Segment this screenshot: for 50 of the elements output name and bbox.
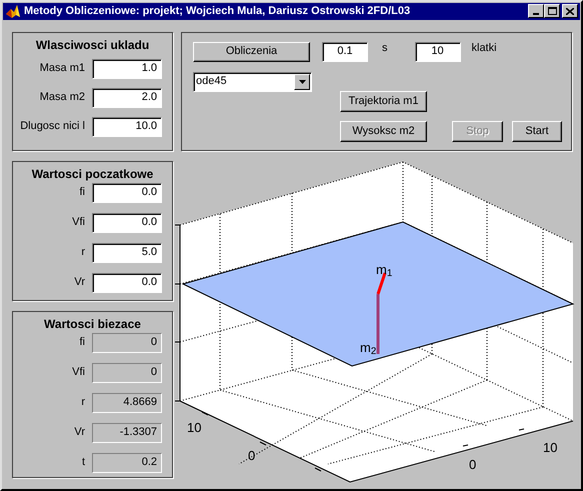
input-field[interactable]: 2.0 — [92, 88, 162, 108]
panel-title: Wartosci biezace — [43, 316, 142, 330]
field-label: Masa m2 — [38, 90, 86, 104]
field-label: fi — [78, 334, 86, 350]
compute-button[interactable]: Obliczenia — [193, 42, 310, 62]
readout-field: 4.8669 — [92, 392, 162, 412]
input-field[interactable]: 0.0 — [92, 182, 162, 202]
input-field[interactable]: 0.0 — [92, 212, 162, 232]
panel-title: Wlasciwosci ukladu — [34, 36, 150, 50]
field-label: t — [80, 454, 86, 470]
axis-tick-label: 10 — [187, 420, 202, 434]
field-label: r — [80, 394, 86, 410]
field-label: Masa m1 — [38, 60, 86, 76]
maximize-button[interactable] — [544, 4, 560, 18]
action-button[interactable]: Start — [512, 120, 562, 142]
maximize-icon — [548, 7, 556, 16]
mass-label: m$_{1}$ — [376, 262, 392, 276]
input-field[interactable]: 0.0 — [92, 272, 162, 292]
input-field[interactable]: 10.0 — [92, 116, 162, 136]
field-label: Vr — [73, 274, 86, 290]
frames-field[interactable]: 10 — [414, 42, 460, 62]
minimize-icon — [533, 13, 539, 16]
readout-field: -1.3307 — [92, 422, 162, 442]
field-label: Vr — [73, 424, 86, 440]
action-button[interactable]: Wysoksc m2 — [340, 120, 427, 142]
axis-tick-label: 0 — [248, 448, 256, 462]
close-icon — [566, 8, 574, 15]
readout-field: 0.2 — [92, 452, 162, 472]
field-label: Vfi — [71, 364, 86, 380]
field-label: r — [80, 244, 86, 260]
panel-title: Wartosci poczatkowe — [30, 166, 154, 180]
input-field[interactable]: 5.0 — [92, 242, 162, 262]
window-title: Metody Obliczeniowe: projekt; Wojciech Mula, Dariusz Ostrowski 2FD/L03 — [24, 4, 412, 19]
field-label: fi — [78, 184, 86, 200]
solver-dropdown[interactable]: ode45 — [193, 72, 312, 92]
time-step-unit: s — [382, 41, 388, 56]
minimize-button[interactable] — [528, 4, 544, 18]
time-step-field[interactable]: 0.1 — [322, 42, 368, 62]
axis-tick-label: 0 — [469, 458, 476, 470]
axis-tick-label: 10 — [543, 440, 558, 454]
readout-field: 0 — [92, 332, 162, 352]
input-field[interactable]: 1.0 — [92, 58, 162, 78]
mass-label: m$_{2}$ — [360, 340, 376, 354]
field-label: Dlugosc nici l — [19, 118, 86, 134]
action-button[interactable]: Trajektoria m1 — [340, 90, 427, 112]
app-logo-icon — [5, 3, 21, 20]
field-label: Vfi — [71, 214, 86, 230]
close-button[interactable] — [562, 4, 578, 18]
readout-field: 0 — [92, 362, 162, 382]
frames-unit: klatki — [472, 41, 497, 56]
